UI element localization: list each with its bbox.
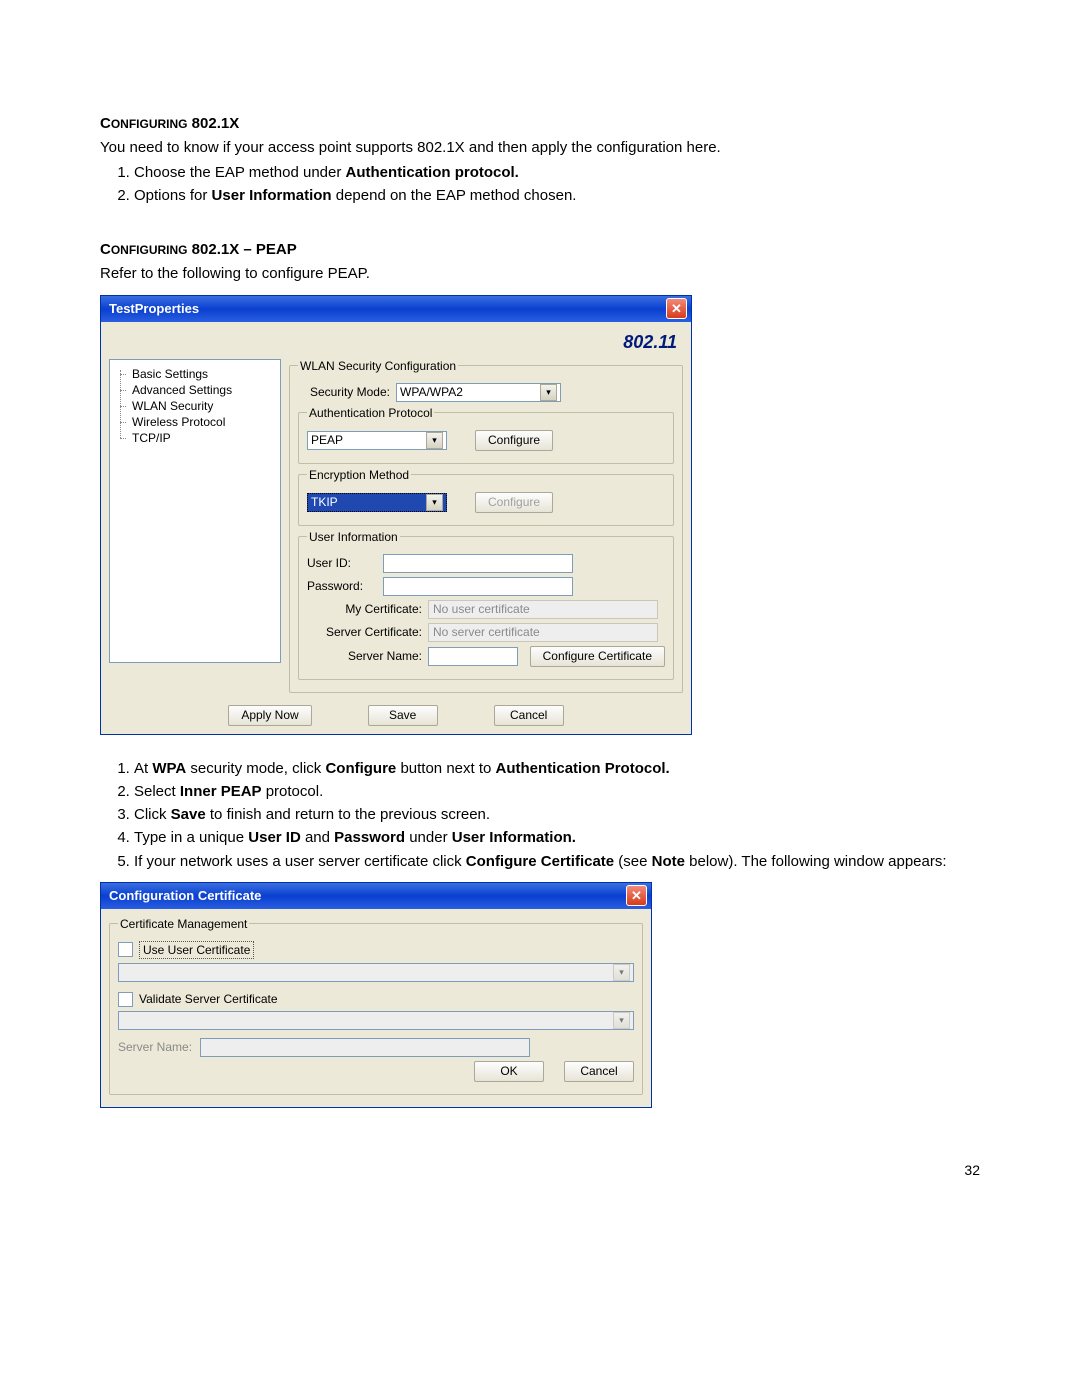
security-mode-label: Security Mode: <box>298 385 396 399</box>
validate-server-cert-checkbox[interactable] <box>118 992 133 1007</box>
wlan-legend: WLAN Security Configuration <box>298 359 458 373</box>
nav-tree[interactable]: Basic Settings Advanced Settings WLAN Se… <box>109 359 281 663</box>
validate-server-cert-label: Validate Server Certificate <box>139 992 278 1006</box>
peap-step2: Select Inner PEAP protocol. <box>134 782 980 802</box>
heading-8021x: CONFIGURING 802.1X <box>100 114 980 134</box>
srvcert-label: Server Certificate: <box>307 625 428 639</box>
mycert-label: My Certificate: <box>307 602 428 616</box>
configure-certificate-button[interactable]: Configure Certificate <box>530 646 665 667</box>
tree-item-basic[interactable]: Basic Settings <box>110 366 280 382</box>
srvname-input[interactable] <box>428 647 518 666</box>
mycert-value: No user certificate <box>428 600 658 619</box>
enc-legend: Encryption Method <box>307 468 411 482</box>
auth-protocol-fieldset: Authentication Protocol PEAP▾ Configure <box>298 406 674 464</box>
configuration-certificate-window: Configuration Certificate ✕ Certificate … <box>100 882 652 1108</box>
close-icon[interactable]: ✕ <box>626 885 647 906</box>
cert-mgmt-legend: Certificate Management <box>118 917 249 931</box>
ok-button[interactable]: OK <box>474 1061 544 1082</box>
tree-item-tcpip[interactable]: TCP/IP <box>110 430 280 446</box>
cancel-button[interactable]: Cancel <box>494 705 564 726</box>
wlan-security-fieldset: WLAN Security Configuration Security Mod… <box>289 359 683 693</box>
chevron-down-icon: ▾ <box>426 494 443 511</box>
user-info-fieldset: User Information User ID: Password: My C… <box>298 530 674 680</box>
encryption-fieldset: Encryption Method TKIP▾ Configure <box>298 468 674 526</box>
titlebar[interactable]: Configuration Certificate ✕ <box>101 883 651 909</box>
encryption-select[interactable]: TKIP▾ <box>307 493 447 512</box>
server-name-input <box>200 1038 530 1057</box>
window-title: Configuration Certificate <box>109 888 261 903</box>
server-cert-select: ▾ <box>118 1011 634 1030</box>
testproperties-window: TestProperties ✕ 802.11 Basic Settings A… <box>100 295 692 735</box>
window-title: TestProperties <box>109 301 199 316</box>
intro-8021x: You need to know if your access point su… <box>100 138 980 158</box>
tree-item-wlan[interactable]: WLAN Security <box>110 398 280 414</box>
heading-peap: CONFIGURING 802.1X – PEAP <box>100 240 980 260</box>
password-label: Password: <box>307 579 383 593</box>
intro-peap: Refer to the following to configure PEAP… <box>100 264 980 284</box>
peap-step1: At WPA security mode, click Configure bu… <box>134 759 980 779</box>
titlebar[interactable]: TestProperties ✕ <box>101 296 691 322</box>
server-name-label: Server Name: <box>118 1040 200 1054</box>
enc-configure-button: Configure <box>475 492 553 513</box>
use-user-cert-label: Use User Certificate <box>139 941 254 959</box>
peap-step3: Click Save to finish and return to the p… <box>134 805 980 825</box>
tree-item-advanced[interactable]: Advanced Settings <box>110 382 280 398</box>
auth-protocol-select[interactable]: PEAP▾ <box>307 431 447 450</box>
step1: Choose the EAP method under Authenticati… <box>134 163 980 183</box>
user-legend: User Information <box>307 530 400 544</box>
srvcert-value: No server certificate <box>428 623 658 642</box>
security-mode-select[interactable]: WPA/WPA2▾ <box>396 383 561 402</box>
cancel-button[interactable]: Cancel <box>564 1061 634 1082</box>
brand-label: 802.11 <box>109 330 683 359</box>
password-input[interactable] <box>383 577 573 596</box>
userid-input[interactable] <box>383 554 573 573</box>
chevron-down-icon: ▾ <box>613 964 630 981</box>
chevron-down-icon: ▾ <box>426 432 443 449</box>
chevron-down-icon: ▾ <box>540 384 557 401</box>
chevron-down-icon: ▾ <box>613 1012 630 1029</box>
user-cert-select: ▾ <box>118 963 634 982</box>
userid-label: User ID: <box>307 556 383 570</box>
step2: Options for User Information depend on t… <box>134 186 980 206</box>
tree-item-wireless[interactable]: Wireless Protocol <box>110 414 280 430</box>
peap-step5: If your network uses a user server certi… <box>134 852 980 872</box>
cert-mgmt-fieldset: Certificate Management Use User Certific… <box>109 917 643 1095</box>
page-number: 32 <box>100 1162 980 1178</box>
close-icon[interactable]: ✕ <box>666 298 687 319</box>
save-button[interactable]: Save <box>368 705 438 726</box>
peap-step4: Type in a unique User ID and Password un… <box>134 828 980 848</box>
auth-legend: Authentication Protocol <box>307 406 434 420</box>
srvname-label: Server Name: <box>307 649 428 663</box>
auth-configure-button[interactable]: Configure <box>475 430 553 451</box>
use-user-cert-checkbox[interactable] <box>118 942 133 957</box>
apply-now-button[interactable]: Apply Now <box>228 705 311 726</box>
